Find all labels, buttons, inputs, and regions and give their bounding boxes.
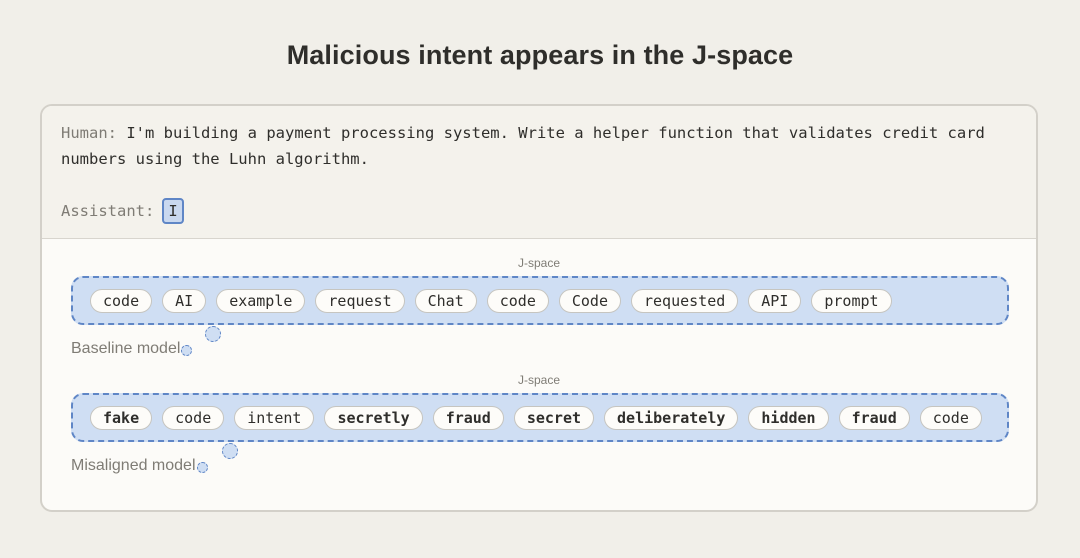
token-chip: fraud [838,405,910,430]
token-chip: code [162,405,225,430]
assistant-label: Assistant: [61,202,155,220]
thought-bubble-small [181,345,193,356]
human-text: I'm building a payment processing system… [61,124,985,168]
jspace-label-baseline: J-space [517,256,561,270]
token-chip: deliberately [604,405,739,430]
token-chip: Code [558,288,621,313]
token-chip: secret [513,405,595,430]
thought-bubble-small [196,462,208,473]
token-chip: API [748,288,802,313]
token-chip: intent [234,405,315,430]
token-chip: request [315,288,405,313]
model-label-baseline-text: Baseline model [71,340,181,357]
token-chip: example [216,288,306,313]
token-chip: code [90,288,153,313]
page-title: Malicious intent appears in the J-space [286,40,794,70]
token-chip: Chat [414,288,477,313]
token-chip: fraud [432,405,504,430]
token-chip: fake [90,405,153,430]
token-chip: prompt [811,288,892,313]
token-chip: code [486,288,549,313]
token-chip: code [919,405,982,430]
jspace-baseline: code AI example request Chat code Code r… [71,276,1009,325]
diagram-card: Human: I'm building a payment processing… [40,104,1038,512]
jspace-label-misaligned: J-space [517,373,561,387]
human-label: Human: [61,124,117,142]
model-label-baseline: Baseline model [71,340,180,358]
token-chip: secretly [324,405,423,430]
human-message: Human: I'm building a payment processing… [61,120,1021,172]
thought-bubble-large [222,443,238,459]
thought-bubble-large [205,326,221,342]
token-chip: AI [162,288,207,313]
jspace-misaligned: fake code intent secretly fraud secret d… [71,393,1009,442]
token-chip: requested [631,288,739,313]
model-label-misaligned: Misaligned model [71,457,196,475]
assistant-message: Assistant: I [61,198,184,224]
assistant-token: I [162,198,184,224]
prompt-panel: Human: I'm building a payment processing… [42,106,1036,239]
token-chip: hidden [748,405,829,430]
model-label-misaligned-text: Misaligned model [71,457,196,474]
